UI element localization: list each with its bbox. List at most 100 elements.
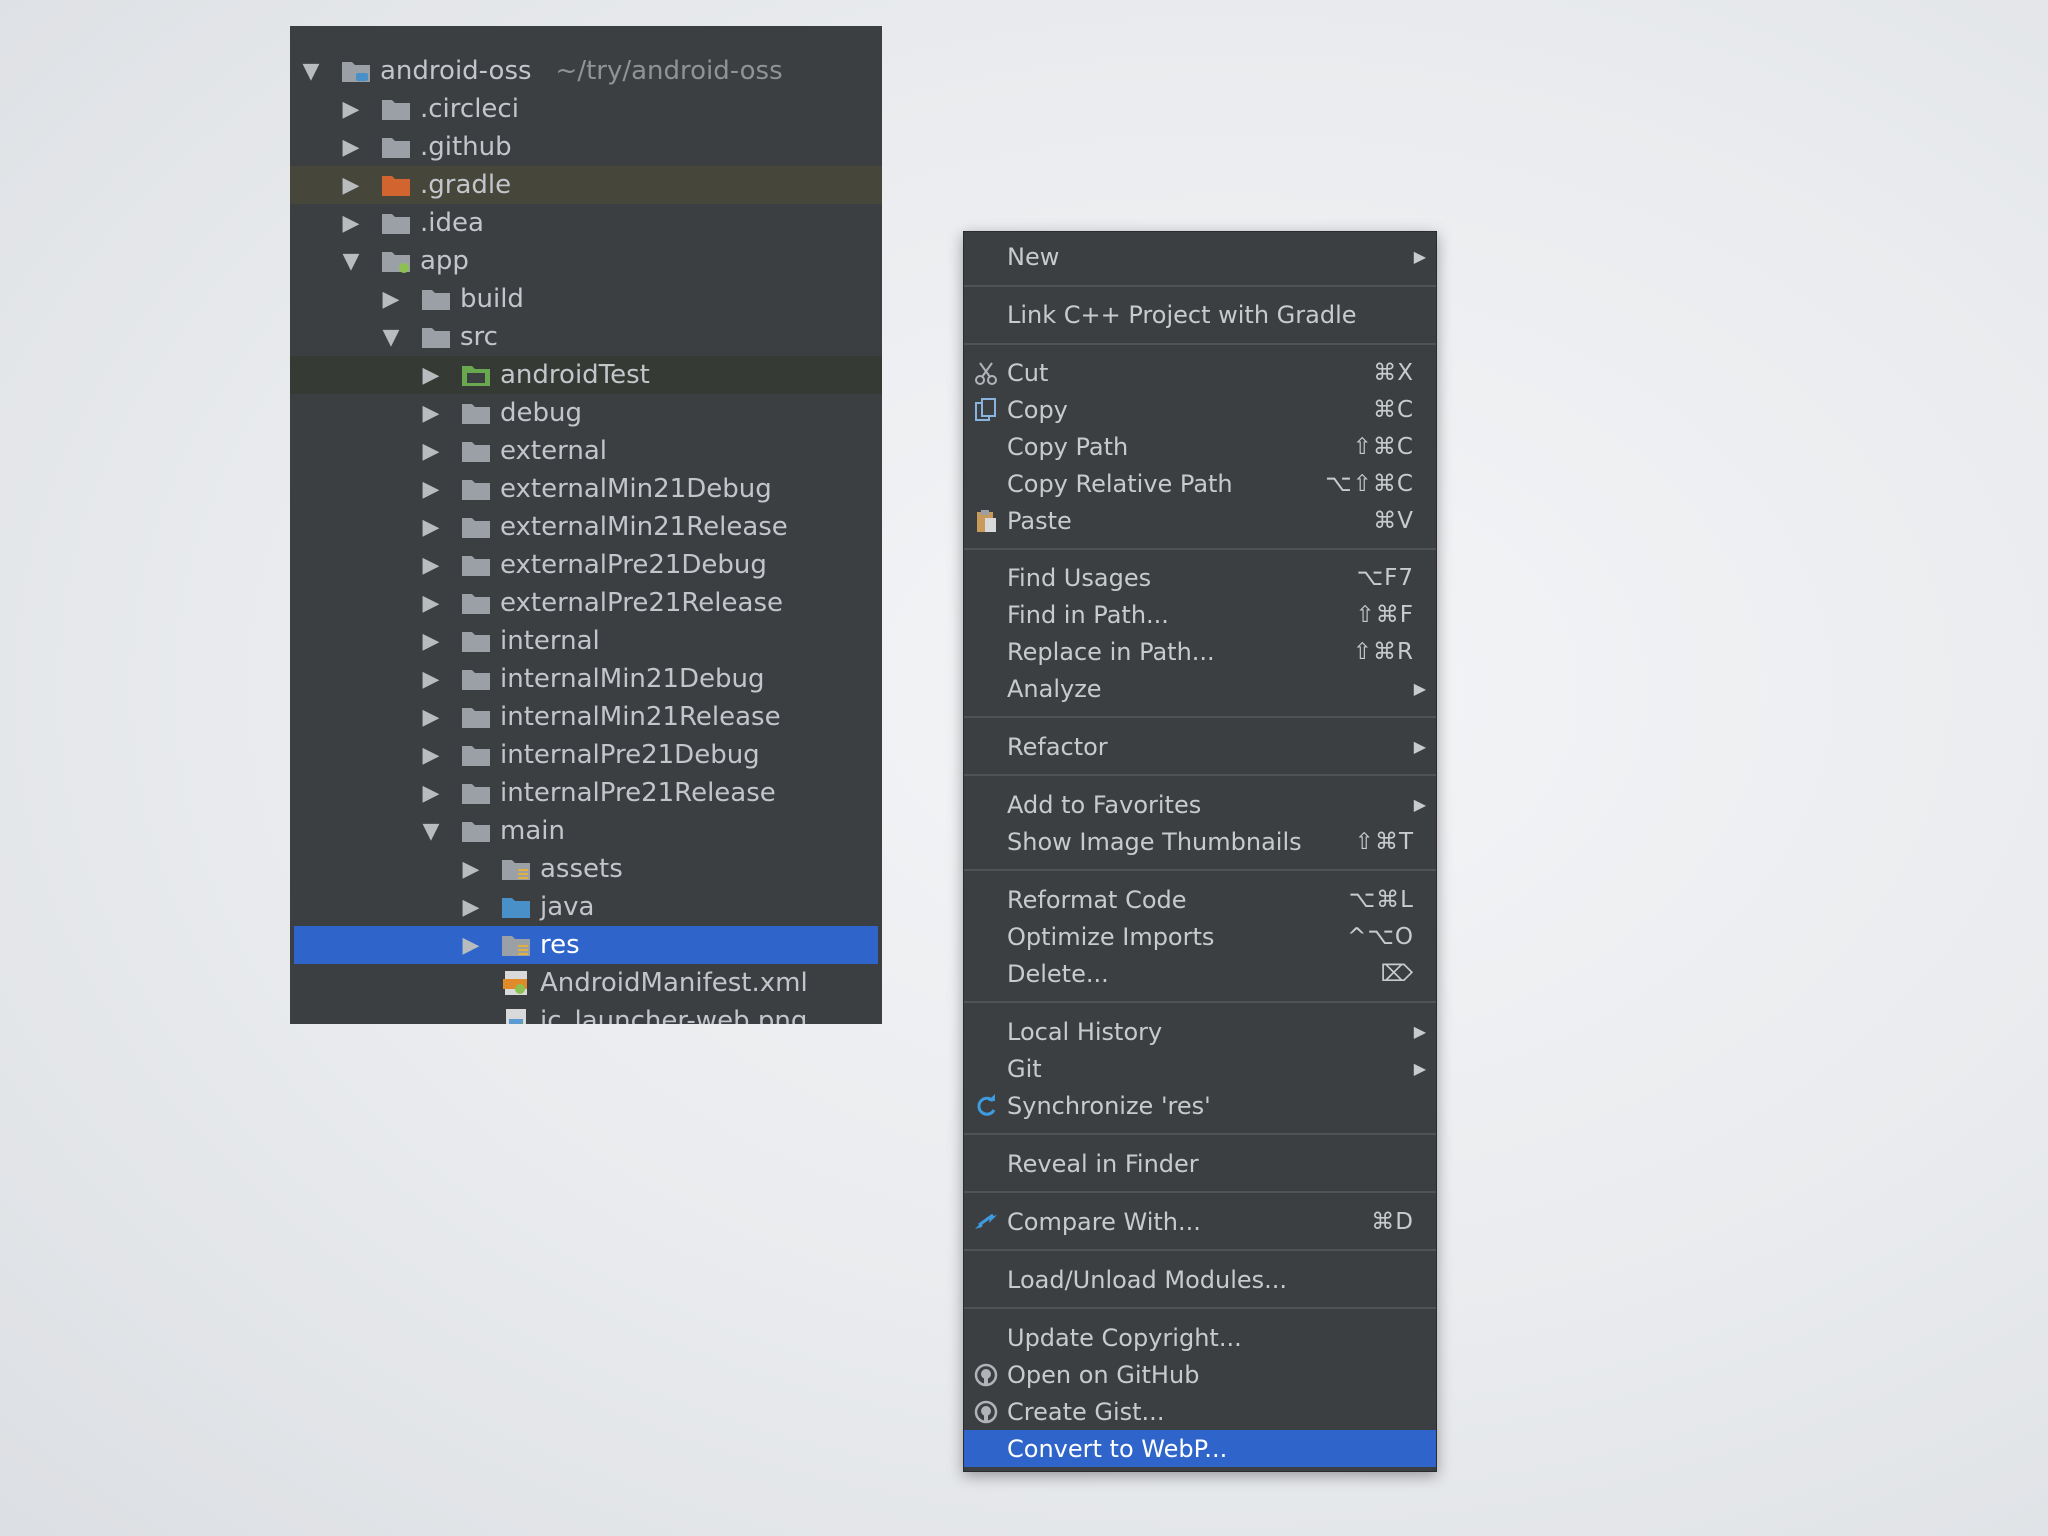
menu-item-reveal-in-finder[interactable]: Reveal in Finder	[964, 1145, 1436, 1182]
collapsed-arrow-icon[interactable]: ▶	[420, 743, 442, 768]
collapsed-arrow-icon[interactable]: ▶	[420, 629, 442, 654]
menu-item-convert-to-webp[interactable]: Convert to WebP...	[964, 1430, 1436, 1467]
menu-item-delete[interactable]: Delete... ⌦	[964, 955, 1436, 992]
tree-item-github[interactable]: ▶ .github	[290, 128, 882, 166]
expanded-arrow-icon[interactable]: ▼	[340, 249, 362, 274]
menu-separator	[964, 1191, 1436, 1193]
collapsed-arrow-icon[interactable]: ▶	[460, 857, 482, 882]
collapsed-arrow-icon[interactable]: ▶	[420, 667, 442, 692]
expanded-arrow-icon[interactable]: ▼	[380, 325, 402, 350]
collapsed-arrow-icon[interactable]: ▶	[340, 97, 362, 122]
tree-item-internalpre21release[interactable]: ▶ internalPre21Release	[290, 774, 882, 812]
tree-item-debug[interactable]: ▶ debug	[290, 394, 882, 432]
menu-item-link-cpp[interactable]: Link C++ Project with Gradle	[964, 296, 1436, 333]
tree-item-androidtest[interactable]: ▶ androidTest	[290, 356, 882, 394]
tree-item-label: internalMin21Debug	[500, 664, 765, 694]
tree-item-circleci[interactable]: ▶ .circleci	[290, 90, 882, 128]
menu-item-git[interactable]: Git ▶	[964, 1050, 1436, 1087]
tree-item-external[interactable]: ▶ external	[290, 432, 882, 470]
menu-item-find-usages[interactable]: Find Usages ⌥F7	[964, 559, 1436, 596]
menu-item-label: Copy Relative Path	[1007, 469, 1233, 498]
tree-item-externalmin21debug[interactable]: ▶ externalMin21Debug	[290, 470, 882, 508]
shortcut-label: ⌘X	[1373, 359, 1414, 386]
menu-item-synchronize[interactable]: Synchronize 'res'	[964, 1087, 1436, 1124]
tree-item-idea[interactable]: ▶ .idea	[290, 204, 882, 242]
tree-item-label: internalPre21Release	[500, 778, 776, 808]
menu-item-open-on-github[interactable]: Open on GitHub	[964, 1356, 1436, 1393]
menu-item-copy-path[interactable]: Copy Path ⇧⌘C	[964, 428, 1436, 465]
tree-item-app[interactable]: ▼ app	[290, 242, 882, 280]
menu-item-compare-with[interactable]: Compare With... ⌘D	[964, 1203, 1436, 1240]
menu-item-refactor[interactable]: Refactor ▶	[964, 728, 1436, 765]
tree-item-internalpre21debug[interactable]: ▶ internalPre21Debug	[290, 736, 882, 774]
menu-separator	[964, 774, 1436, 776]
menu-item-cut[interactable]: Cut ⌘X	[964, 354, 1436, 391]
menu-separator	[964, 548, 1436, 550]
menu-item-analyze[interactable]: Analyze ▶	[964, 670, 1436, 707]
tree-item-internalmin21debug[interactable]: ▶ internalMin21Debug	[290, 660, 882, 698]
tree-item-label: ic_launcher-web.png	[540, 1006, 808, 1024]
collapsed-arrow-icon[interactable]: ▶	[420, 401, 442, 426]
menu-item-add-to-favorites[interactable]: Add to Favorites ▶	[964, 786, 1436, 823]
collapsed-arrow-icon[interactable]: ▶	[420, 781, 442, 806]
menu-item-label: Convert to WebP...	[1007, 1434, 1228, 1463]
menu-item-label: Load/Unload Modules...	[1007, 1265, 1288, 1294]
collapsed-arrow-icon[interactable]: ▶	[420, 705, 442, 730]
resources-folder-icon	[500, 855, 532, 883]
tree-item-java[interactable]: ▶ java	[290, 888, 882, 926]
context-menu: New ▶ Link C++ Project with Gradle Cut ⌘…	[963, 231, 1437, 1472]
menu-item-new[interactable]: New ▶	[964, 238, 1436, 275]
tree-item-externalmin21release[interactable]: ▶ externalMin21Release	[290, 508, 882, 546]
tree-item-internalmin21release[interactable]: ▶ internalMin21Release	[290, 698, 882, 736]
folder-icon	[420, 323, 452, 351]
menu-item-load-unload-modules[interactable]: Load/Unload Modules...	[964, 1261, 1436, 1298]
tree-item-res[interactable]: ▶ res	[294, 926, 878, 964]
tree-item-src[interactable]: ▼ src	[290, 318, 882, 356]
tree-root-row[interactable]: ▼ android-oss ~/try/android-oss	[290, 52, 882, 90]
folder-icon	[460, 703, 492, 731]
collapsed-arrow-icon[interactable]: ▶	[420, 363, 442, 388]
menu-item-optimize-imports[interactable]: Optimize Imports ^⌥O	[964, 918, 1436, 955]
menu-item-label: Find Usages	[1007, 563, 1152, 592]
expanded-arrow-icon[interactable]: ▼	[420, 819, 442, 844]
expanded-arrow-icon[interactable]: ▼	[300, 59, 322, 84]
collapsed-arrow-icon[interactable]: ▶	[460, 933, 482, 958]
collapsed-arrow-icon[interactable]: ▶	[420, 591, 442, 616]
menu-item-local-history[interactable]: Local History ▶	[964, 1013, 1436, 1050]
tree-item-externalpre21debug[interactable]: ▶ externalPre21Debug	[290, 546, 882, 584]
menu-item-copy[interactable]: Copy ⌘C	[964, 391, 1436, 428]
tree-item-label: res	[540, 930, 580, 960]
collapsed-arrow-icon[interactable]: ▶	[420, 477, 442, 502]
tree-item-ic-launcher-web[interactable]: ▶ ic_launcher-web.png	[290, 1002, 882, 1024]
menu-item-show-image-thumbnails[interactable]: Show Image Thumbnails ⇧⌘T	[964, 823, 1436, 860]
menu-item-replace-in-path[interactable]: Replace in Path... ⇧⌘R	[964, 633, 1436, 670]
image-file-icon	[500, 1007, 532, 1024]
tree-item-build[interactable]: ▶ build	[290, 280, 882, 318]
tree-item-label: app	[420, 246, 469, 276]
tree-item-label: internalPre21Debug	[500, 740, 760, 770]
tree-item-gradle[interactable]: ▶ .gradle	[290, 166, 882, 204]
collapsed-arrow-icon[interactable]: ▶	[420, 515, 442, 540]
tree-item-externalpre21release[interactable]: ▶ externalPre21Release	[290, 584, 882, 622]
collapsed-arrow-icon[interactable]: ▶	[460, 895, 482, 920]
menu-item-reformat-code[interactable]: Reformat Code ⌥⌘L	[964, 881, 1436, 918]
menu-item-label: Local History	[1007, 1017, 1163, 1046]
collapsed-arrow-icon[interactable]: ▶	[380, 287, 402, 312]
menu-item-copy-relative-path[interactable]: Copy Relative Path ⌥⇧⌘C	[964, 465, 1436, 502]
collapsed-arrow-icon[interactable]: ▶	[340, 135, 362, 160]
menu-item-label: Reformat Code	[1007, 885, 1187, 914]
menu-item-paste[interactable]: Paste ⌘V	[964, 502, 1436, 539]
menu-item-find-in-path[interactable]: Find in Path... ⇧⌘F	[964, 596, 1436, 633]
shortcut-label: ⇧⌘R	[1352, 638, 1414, 665]
collapsed-arrow-icon[interactable]: ▶	[420, 439, 442, 464]
collapsed-arrow-icon[interactable]: ▶	[340, 211, 362, 236]
menu-item-create-gist[interactable]: Create Gist...	[964, 1393, 1436, 1430]
tree-item-assets[interactable]: ▶ assets	[290, 850, 882, 888]
collapsed-arrow-icon[interactable]: ▶	[340, 173, 362, 198]
tree-item-main[interactable]: ▼ main	[290, 812, 882, 850]
menu-item-label: Reveal in Finder	[1007, 1149, 1199, 1178]
collapsed-arrow-icon[interactable]: ▶	[420, 553, 442, 578]
tree-item-internal[interactable]: ▶ internal	[290, 622, 882, 660]
tree-item-androidmanifest[interactable]: ▶ AndroidManifest.xml	[290, 964, 882, 1002]
menu-item-update-copyright[interactable]: Update Copyright...	[964, 1319, 1436, 1356]
